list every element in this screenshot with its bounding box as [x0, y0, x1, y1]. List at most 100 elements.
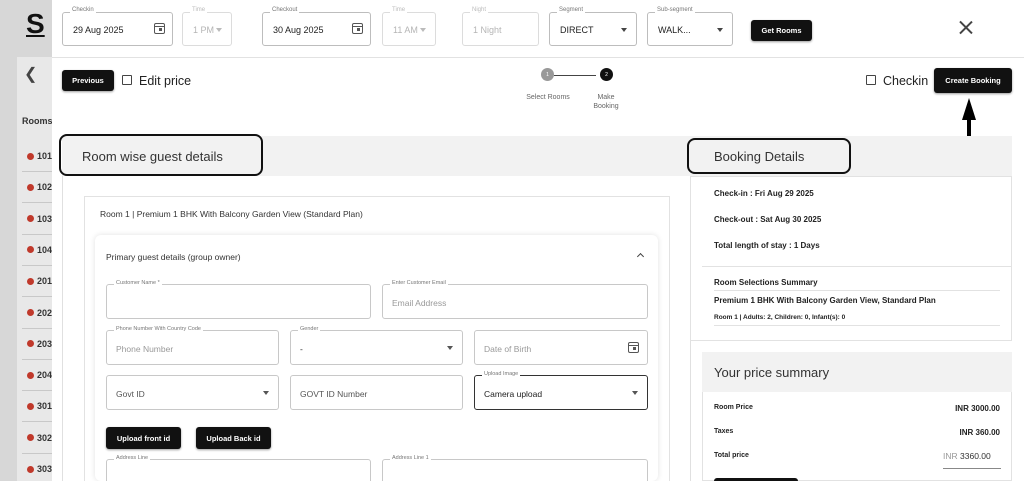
- gender-select[interactable]: Gender -: [290, 326, 463, 365]
- step-2-label-line1: Make: [597, 94, 615, 101]
- total-price-currency: INR: [943, 451, 958, 461]
- price-summary-header: Your price summary: [702, 352, 1012, 392]
- checkin-date-value: 29 Aug 2025: [73, 25, 124, 35]
- phone-placeholder: Phone Number: [116, 344, 174, 354]
- status-dot-icon: [27, 340, 34, 348]
- checkout-detail: Check-out : Sat Aug 30 2025: [714, 215, 822, 224]
- status-dot-icon: [27, 402, 34, 410]
- checkout-time-select[interactable]: Time 11 AM: [382, 7, 436, 46]
- price-summary-title: Your price summary: [714, 365, 830, 380]
- room-list-item[interactable]: 301: [27, 401, 52, 411]
- chevron-down-icon: [447, 346, 453, 350]
- checkin-date-label: Checkin: [70, 7, 96, 13]
- address-line-1-label: Address Line 1: [390, 455, 431, 461]
- calendar-icon[interactable]: [154, 23, 165, 34]
- room-list-item[interactable]: 104: [27, 245, 52, 255]
- room-number: 301: [37, 401, 53, 412]
- divider: [22, 327, 52, 329]
- close-icon[interactable]: [959, 20, 973, 34]
- room-number: 102: [37, 182, 53, 193]
- status-dot-icon: [27, 465, 34, 473]
- upload-back-id-button[interactable]: Upload Back id: [196, 427, 271, 449]
- room-price-value: INR 3000.00: [955, 404, 1000, 413]
- divider: [22, 390, 52, 392]
- edit-price-label: Edit price: [139, 74, 192, 88]
- room-selection-summary-title: Room Selections Summary: [714, 278, 818, 287]
- email-input[interactable]: Enter Customer Email Email Address: [382, 280, 648, 319]
- address-line-label: Address Line: [114, 455, 151, 461]
- govt-id-select[interactable]: Govt ID: [106, 375, 279, 410]
- chevron-down-icon: [621, 28, 627, 32]
- room-list-item[interactable]: 303: [27, 464, 52, 474]
- room-list-item[interactable]: 302: [27, 433, 52, 443]
- segment-value: DIRECT: [560, 25, 594, 35]
- status-dot-icon: [27, 371, 34, 379]
- room-list-item[interactable]: 201: [27, 276, 52, 286]
- room-number: 103: [37, 213, 53, 224]
- previous-button[interactable]: Previous: [62, 70, 114, 91]
- chevron-down-icon: [717, 28, 723, 32]
- gender-label: Gender: [298, 326, 321, 332]
- room-list-item[interactable]: 202: [27, 308, 52, 318]
- phone-input[interactable]: Phone Number With Country Code Phone Num…: [106, 326, 279, 365]
- rooms-label: Rooms: [22, 116, 53, 126]
- edit-price-checkbox[interactable]: [122, 75, 132, 85]
- upload-image-label: Upload Image: [482, 371, 521, 377]
- get-rooms-button[interactable]: Get Rooms: [751, 20, 812, 41]
- room-list-item[interactable]: 101: [27, 151, 52, 161]
- annotation-box: [687, 138, 851, 174]
- upload-image-value: Camera upload: [484, 389, 543, 399]
- upload-image-select[interactable]: Upload Image Camera upload: [474, 371, 648, 410]
- checkin-label: Checkin: [883, 74, 929, 88]
- checkout-date-label: Checkout: [270, 7, 300, 13]
- upload-front-id-button[interactable]: Upload front id: [106, 427, 181, 449]
- step-1-indicator: 1: [541, 68, 554, 81]
- room-list-item[interactable]: 203: [27, 339, 52, 349]
- checkin-checkbox[interactable]: [866, 75, 876, 85]
- room-number: 204: [37, 370, 53, 381]
- email-label: Enter Customer Email: [390, 280, 448, 286]
- step-2-label-line2: Booking: [593, 103, 619, 110]
- create-booking-button[interactable]: Create Booking: [934, 68, 1012, 93]
- room-list-item[interactable]: 103: [27, 214, 52, 224]
- divider: [22, 421, 52, 423]
- gender-value: -: [300, 344, 303, 354]
- govt-id-number-placeholder: GOVT ID Number: [300, 389, 368, 399]
- night-field[interactable]: Night 1 Night: [462, 7, 539, 46]
- divider: [714, 325, 1000, 326]
- subsegment-label: Sub-segment: [655, 7, 695, 13]
- status-dot-icon: [27, 277, 34, 285]
- segment-select[interactable]: Segment DIRECT: [549, 7, 637, 46]
- taxes-value: INR 360.00: [959, 428, 1000, 437]
- total-price-input[interactable]: INR 3360.00: [943, 451, 1001, 469]
- booking-modal: Checkin 29 Aug 2025 Time 1 PM Checkout 3…: [52, 0, 1024, 481]
- customer-name-input[interactable]: Customer Name *: [106, 280, 371, 319]
- status-dot-icon: [27, 246, 34, 254]
- checkin-time-select[interactable]: Time 1 PM: [182, 7, 232, 46]
- address-line-1-input[interactable]: Address Line 1: [382, 455, 648, 481]
- subsegment-select[interactable]: Sub-segment WALK...: [647, 7, 733, 46]
- status-dot-icon: [27, 152, 34, 160]
- room-list-item[interactable]: 204: [27, 370, 52, 380]
- taxes-label: Taxes: [714, 428, 734, 435]
- divider: [714, 290, 1000, 291]
- room-number: 203: [37, 338, 53, 349]
- night-label: Night: [470, 7, 489, 13]
- calendar-icon[interactable]: [352, 23, 363, 34]
- dob-input[interactable]: Date of Birth: [474, 330, 648, 365]
- night-value: 1 Night: [473, 25, 502, 35]
- dob-placeholder: Date of Birth: [484, 344, 532, 354]
- divider: [702, 266, 1012, 267]
- address-line-input[interactable]: Address Line: [106, 455, 371, 481]
- checkout-date-value: 30 Aug 2025: [273, 25, 324, 35]
- checkin-date-field[interactable]: Checkin 29 Aug 2025: [62, 7, 173, 46]
- checkout-time-label: Time: [390, 7, 408, 13]
- divider: [22, 202, 52, 204]
- room-list-item[interactable]: 102: [27, 182, 52, 192]
- checkout-date-field[interactable]: Checkout 30 Aug 2025: [262, 7, 371, 46]
- calendar-icon[interactable]: [628, 342, 639, 353]
- status-dot-icon: [27, 309, 34, 316]
- checkin-time-value: 1 PM: [193, 25, 215, 35]
- chevron-left-icon[interactable]: ❮: [24, 64, 37, 84]
- govt-id-number-input[interactable]: GOVT ID Number: [290, 375, 463, 410]
